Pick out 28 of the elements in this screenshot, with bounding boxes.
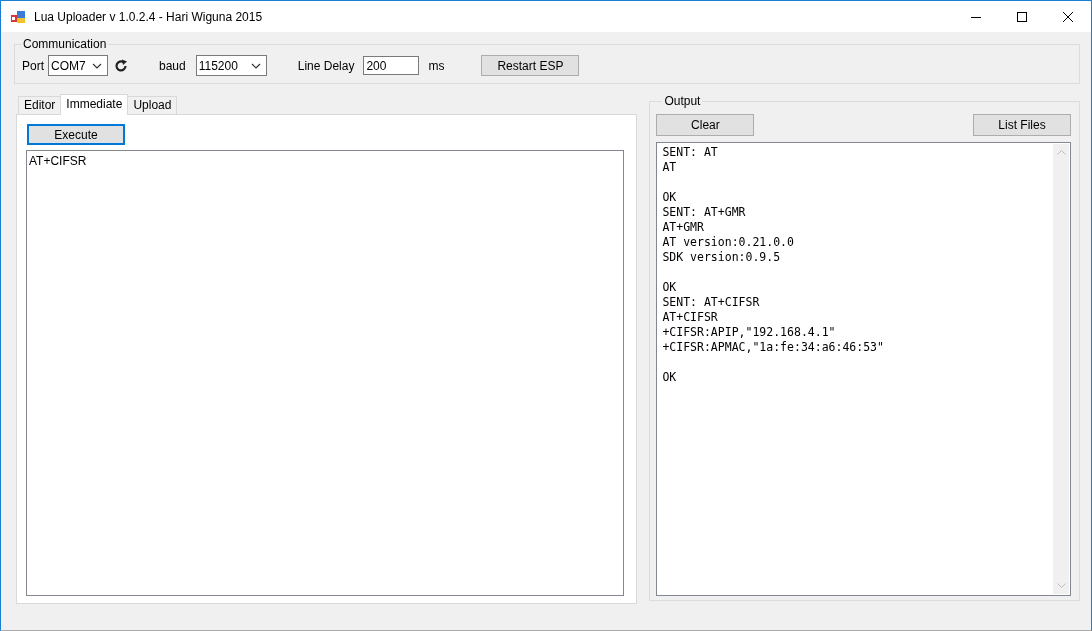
- caret-icon: [92, 62, 102, 69]
- line-delay-label: Line Delay: [297, 58, 355, 73]
- clear-button[interactable]: Clear: [656, 114, 755, 136]
- command-field[interactable]: AT+CIFSR: [26, 150, 625, 596]
- tab[interactable]: Editor: [18, 96, 62, 114]
- scroll-down-icon: [1056, 583, 1066, 588]
- tab[interactable]: Upload: [127, 96, 178, 114]
- group-title: Output: [663, 94, 702, 108]
- close-icon: [1063, 11, 1073, 22]
- output-log: SENT: AT AT OK SENT: AT+GMR AT+GMR AT version:0.21.0.0 SDK version:0.9.5 OK SENT: AT+CIFSR AT+CIFSR +CIFSR:APIP,"192.168.4.1" +CIFSR:APMAC,"1a:fe:34:a6:46:53" OK: [661, 144, 885, 386]
- maximize-icon: [1017, 11, 1027, 22]
- list-files-button[interactable]: List Files: [973, 114, 1071, 136]
- restart-button[interactable]: Restart ESP: [481, 55, 580, 76]
- caret-icon: [250, 62, 261, 69]
- app-icon: [10, 8, 26, 25]
- port-label: Port: [22, 58, 44, 73]
- group-title: Communication: [22, 37, 108, 51]
- execute-button[interactable]: Execute: [27, 124, 125, 145]
- scroll-up-icon: [1056, 150, 1066, 155]
- scrollbar[interactable]: [1053, 144, 1069, 594]
- tab[interactable]: Immediate: [60, 94, 129, 115]
- port-dropdown[interactable]: COM7: [48, 55, 108, 76]
- baud-dropdown[interactable]: 115200: [195, 55, 267, 76]
- refresh-icon: [114, 58, 128, 73]
- ms-label: ms: [428, 58, 445, 73]
- window-title: Lua Uploader v 1.0.2.4 - Hari Wiguna 2015: [34, 9, 263, 24]
- baud-label: baud: [159, 58, 186, 73]
- line-delay-field[interactable]: 200: [363, 56, 420, 75]
